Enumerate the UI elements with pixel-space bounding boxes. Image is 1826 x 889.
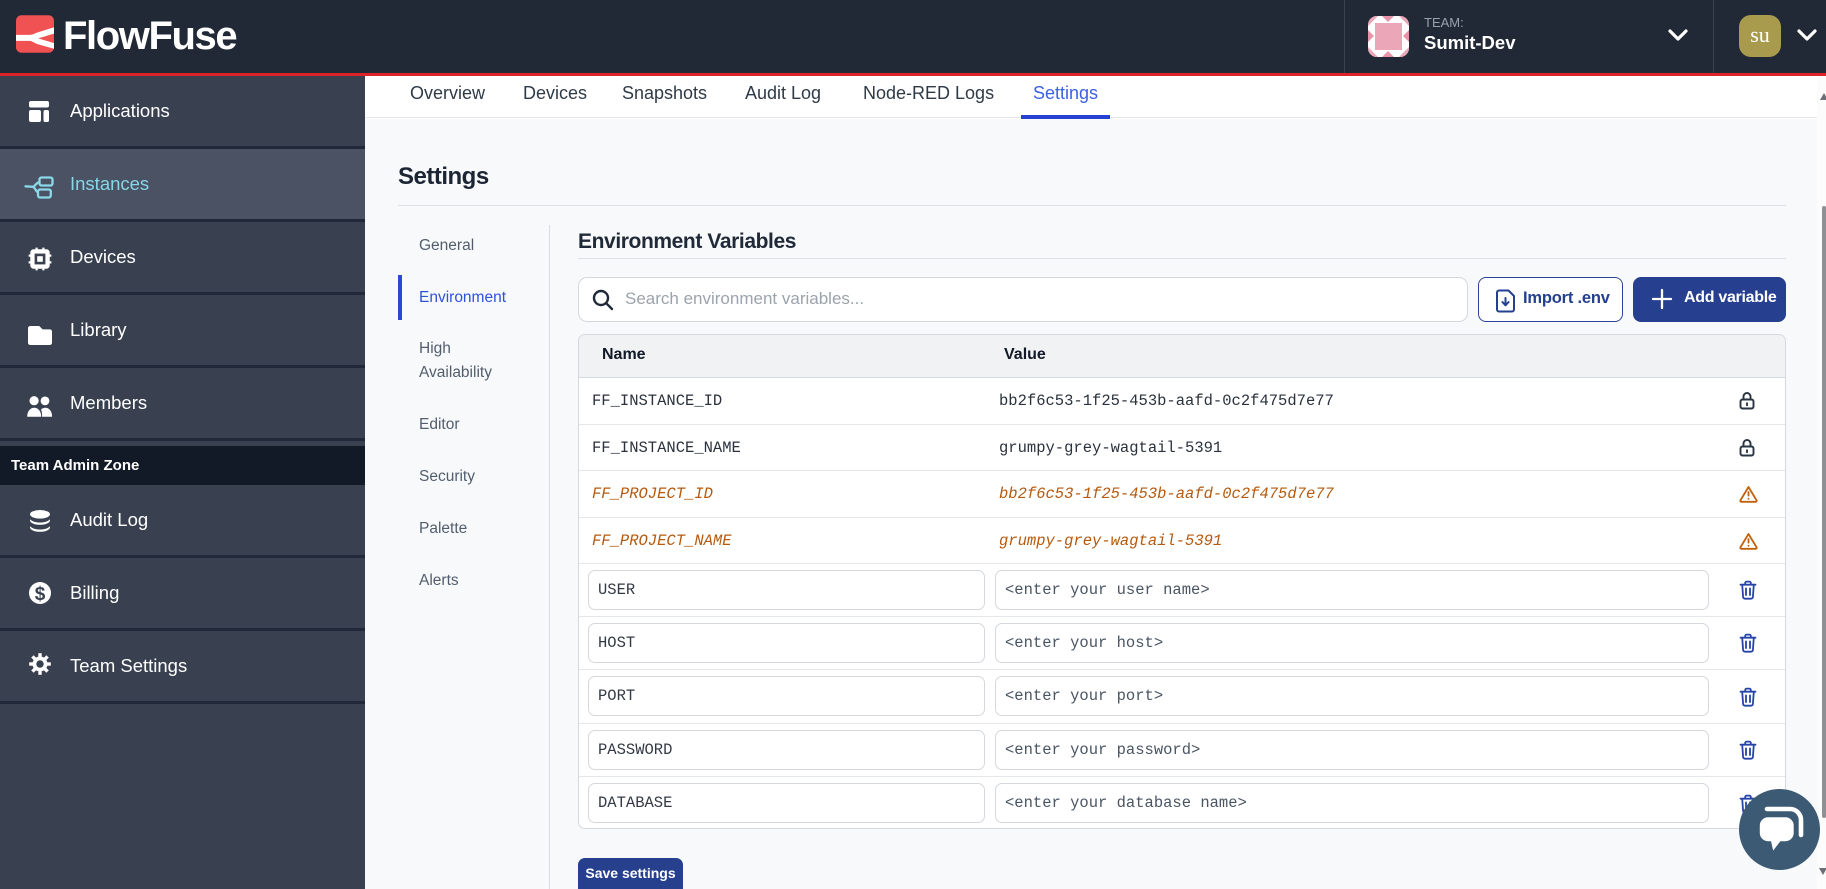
svg-text:$: $: [35, 584, 46, 605]
